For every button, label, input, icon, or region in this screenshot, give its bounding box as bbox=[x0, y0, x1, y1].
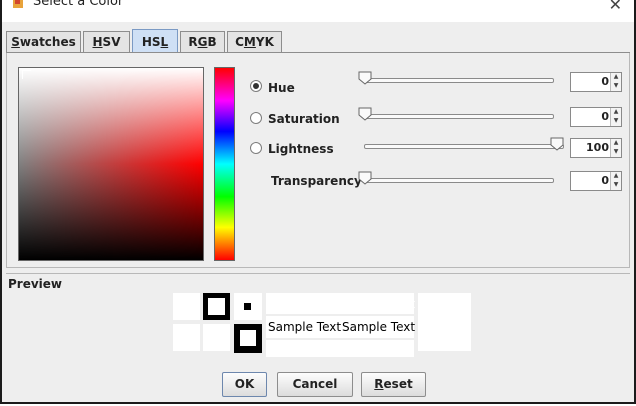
preview-swatch bbox=[203, 324, 230, 351]
spinner-down-icon[interactable]: ▼ bbox=[612, 82, 620, 90]
saturation-value[interactable]: 0 bbox=[601, 110, 609, 123]
preview-swatch bbox=[234, 293, 262, 320]
window-title: Select a Color bbox=[33, 0, 124, 9]
lightness-slider-thumb[interactable] bbox=[550, 137, 564, 151]
hue-spinner[interactable]: 0 ▲ ▼ bbox=[570, 72, 622, 92]
spinner-arrows[interactable]: ▲ ▼ bbox=[610, 139, 621, 157]
preview-text-black: Sample Text Sample Text bbox=[266, 316, 416, 338]
spinner-arrows[interactable]: ▲ ▼ bbox=[610, 108, 621, 126]
close-icon[interactable]: ✕ bbox=[609, 0, 622, 14]
transparency-slider-track[interactable] bbox=[364, 178, 554, 183]
spinner-arrows[interactable]: ▲ ▼ bbox=[610, 73, 621, 91]
sample-text: Sample Text bbox=[342, 297, 416, 311]
color-cursor-marker[interactable] bbox=[22, 70, 31, 79]
transparency-value[interactable]: 0 bbox=[601, 174, 609, 187]
reset-button[interactable]: Reset bbox=[361, 372, 426, 397]
sample-text: Sample Text bbox=[342, 320, 416, 334]
preview-label: Preview bbox=[8, 277, 63, 291]
cancel-button[interactable]: Cancel bbox=[277, 372, 353, 397]
hue-value[interactable]: 0 bbox=[601, 75, 609, 88]
preview-swatch-outline bbox=[234, 324, 262, 353]
hue-radio[interactable] bbox=[250, 80, 262, 92]
preview-swatch bbox=[266, 340, 414, 357]
saturation-label: Saturation bbox=[268, 112, 340, 126]
spinner-down-icon[interactable]: ▼ bbox=[612, 148, 620, 156]
sample-text: Sample Text bbox=[268, 297, 342, 311]
saturation-spinner[interactable]: 0 ▲ ▼ bbox=[570, 107, 622, 127]
sample-text: Sample Text bbox=[268, 320, 342, 334]
preview-swatch-outline bbox=[203, 293, 230, 320]
transparency-spinner[interactable]: 0 ▲ ▼ bbox=[570, 171, 622, 191]
transparency-label: Transparency bbox=[271, 174, 362, 188]
title-bar[interactable]: Select a Color ✕ bbox=[2, 0, 634, 22]
tab-rgb[interactable]: RGB bbox=[180, 31, 225, 52]
spinner-up-icon[interactable]: ▲ bbox=[612, 139, 620, 147]
spinner-up-icon[interactable]: ▲ bbox=[612, 172, 620, 180]
transparency-slider-thumb[interactable] bbox=[358, 171, 372, 185]
saturation-radio[interactable] bbox=[250, 112, 262, 124]
spinner-arrows[interactable]: ▲ ▼ bbox=[610, 172, 621, 190]
lightness-value[interactable]: 100 bbox=[586, 141, 609, 154]
hue-slider-thumb[interactable] bbox=[358, 71, 372, 85]
ok-button[interactable]: OK bbox=[222, 372, 267, 397]
spinner-down-icon[interactable]: ▼ bbox=[612, 181, 620, 189]
lightness-label: Lightness bbox=[268, 142, 334, 156]
saturation-slider-track[interactable] bbox=[364, 114, 554, 119]
preview-swatch bbox=[173, 324, 200, 351]
preview-swatch bbox=[173, 293, 200, 320]
lightness-radio[interactable] bbox=[250, 142, 262, 154]
saturation-lightness-area[interactable] bbox=[18, 67, 204, 261]
hue-label: Hue bbox=[268, 81, 295, 95]
saturation-slider-thumb[interactable] bbox=[358, 107, 372, 121]
spinner-down-icon[interactable]: ▼ bbox=[612, 117, 620, 125]
spinner-up-icon[interactable]: ▲ bbox=[612, 108, 620, 116]
tab-hsv[interactable]: HSV bbox=[83, 31, 130, 52]
preview-large-swatch bbox=[418, 293, 471, 351]
spinner-up-icon[interactable]: ▲ bbox=[612, 73, 620, 81]
hue-slider-bar[interactable] bbox=[214, 67, 235, 261]
tab-hsl[interactable]: HSL bbox=[132, 29, 178, 53]
preview-text-white-bg: Sample Text Sample Text bbox=[266, 293, 416, 314]
java-cup-icon bbox=[13, 0, 23, 8]
lightness-spinner[interactable]: 100 ▲ ▼ bbox=[570, 138, 622, 158]
tab-swatches[interactable]: Swatches bbox=[6, 31, 81, 52]
hue-slider-track[interactable] bbox=[364, 78, 554, 83]
tab-cmyk[interactable]: CMYK bbox=[227, 31, 282, 52]
lightness-slider-track[interactable] bbox=[364, 144, 564, 149]
